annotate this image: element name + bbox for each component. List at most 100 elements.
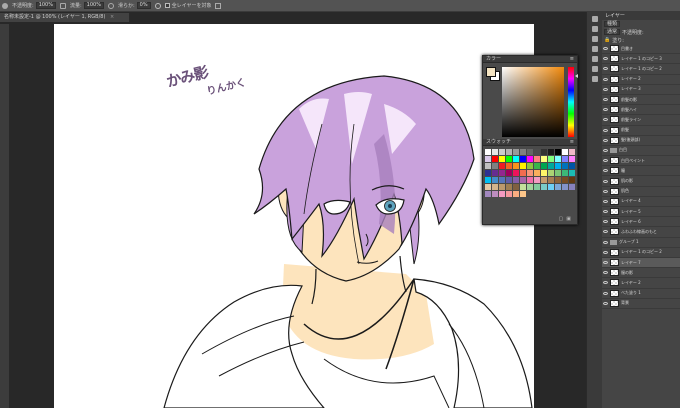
properties-icon[interactable] — [591, 26, 598, 32]
color-swatch[interactable] — [485, 163, 491, 169]
visibility-eye-icon[interactable] — [603, 199, 608, 203]
sample-all-checkbox[interactable] — [164, 3, 170, 8]
visibility-eye-icon[interactable] — [603, 291, 608, 295]
color-swatch[interactable] — [534, 163, 540, 169]
color-swatch[interactable] — [506, 184, 512, 190]
layer-row[interactable]: レイヤー 2 — [602, 278, 680, 289]
flow-field[interactable]: 100% — [83, 2, 104, 9]
color-swatch[interactable] — [492, 184, 498, 190]
color-swatch[interactable] — [485, 184, 491, 190]
swatches-icon[interactable] — [591, 46, 598, 52]
layer-row[interactable]: 肌の影 — [602, 176, 680, 187]
color-swatch[interactable] — [569, 170, 575, 176]
visibility-eye-icon[interactable] — [603, 261, 608, 265]
layer-row[interactable]: 服の影 — [602, 268, 680, 279]
color-swatch[interactable] — [527, 170, 533, 176]
visibility-eye-icon[interactable] — [603, 77, 608, 81]
color-swatch[interactable] — [562, 184, 568, 190]
visibility-eye-icon[interactable] — [603, 210, 608, 214]
layer-row[interactable]: レイヤー 3 — [602, 85, 680, 95]
color-swatch[interactable] — [527, 163, 533, 169]
foreground-color-swatch[interactable] — [486, 67, 496, 77]
color-swatch[interactable] — [499, 191, 505, 197]
layer-row[interactable]: 肌色 — [602, 187, 680, 197]
color-swatch[interactable] — [569, 184, 575, 190]
color-swatch[interactable] — [562, 149, 568, 155]
color-swatch[interactable] — [499, 170, 505, 176]
document-tab[interactable]: 名称未設定-1 @ 100% (レイヤー 1, RGB/8) × — [0, 13, 130, 22]
swatches-panel-header[interactable]: スウォッチ ≡ — [483, 139, 577, 146]
layer-row[interactable]: レイヤー 7 — [602, 257, 680, 269]
color-swatch[interactable] — [562, 163, 568, 169]
color-swatch[interactable] — [513, 191, 519, 197]
color-swatch[interactable] — [485, 149, 491, 155]
color-swatch[interactable] — [548, 184, 554, 190]
visibility-eye-icon[interactable] — [603, 220, 608, 224]
color-swatch[interactable] — [520, 184, 526, 190]
visibility-eye-icon[interactable] — [603, 47, 608, 51]
color-swatch[interactable] — [541, 170, 547, 176]
color-swatch[interactable] — [485, 156, 491, 162]
color-swatch[interactable] — [555, 156, 561, 162]
color-swatch[interactable] — [506, 191, 512, 197]
pressure-size-icon[interactable] — [215, 2, 222, 9]
layers-tab[interactable]: レイヤー — [602, 12, 680, 20]
layer-row[interactable]: べた塗り 1 — [602, 289, 680, 299]
color-swatch[interactable] — [513, 170, 519, 176]
hue-slider[interactable] — [568, 67, 574, 137]
smooth-field[interactable]: 0% — [136, 2, 151, 9]
layer-row[interactable]: 背景 — [602, 299, 680, 309]
color-swatch[interactable] — [499, 163, 505, 169]
visibility-eye-icon[interactable] — [603, 57, 608, 61]
brush-preset-icon[interactable] — [2, 2, 8, 9]
layer-row[interactable]: レイヤー 5 — [602, 207, 680, 218]
panel-menu-icon[interactable]: ≡ — [570, 56, 574, 62]
color-swatch[interactable] — [541, 177, 547, 183]
color-swatch[interactable] — [548, 170, 554, 176]
pressure-opacity-icon[interactable] — [59, 2, 66, 9]
layer-row[interactable]: レイヤー 4 — [602, 197, 680, 207]
color-swatch[interactable] — [513, 163, 519, 169]
hue-slider-handle[interactable] — [575, 74, 578, 78]
layer-row[interactable]: 髪(後頭部) — [602, 136, 680, 146]
color-swatch[interactable] — [499, 177, 505, 183]
layer-group-row[interactable]: グループ 1 — [602, 238, 680, 248]
visibility-eye-icon[interactable] — [603, 118, 608, 122]
saturation-brightness-picker[interactable] — [502, 67, 564, 137]
color-swatch[interactable] — [506, 170, 512, 176]
visibility-eye-icon[interactable] — [603, 87, 608, 91]
color-swatch[interactable] — [499, 184, 505, 190]
layer-row[interactable]: 目書き — [602, 44, 680, 55]
color-swatch[interactable] — [548, 163, 554, 169]
color-swatch[interactable] — [534, 149, 540, 155]
visibility-eye-icon[interactable] — [603, 148, 608, 152]
new-swatch-icon[interactable]: ▢ — [559, 216, 564, 222]
color-swatch[interactable] — [527, 177, 533, 183]
swatches-menu-icon[interactable]: ≡ — [570, 139, 574, 145]
color-swatch[interactable] — [506, 163, 512, 169]
color-swatch[interactable] — [562, 156, 568, 162]
color-swatch[interactable] — [555, 149, 561, 155]
color-swatch[interactable] — [555, 170, 561, 176]
visibility-eye-icon[interactable] — [603, 138, 608, 142]
color-swatch[interactable] — [506, 156, 512, 162]
layer-row[interactable]: レイヤー 2 — [602, 75, 680, 85]
layer-kind-select[interactable]: 種類 — [604, 21, 621, 27]
color-swatch[interactable] — [569, 149, 575, 155]
color-swatch[interactable] — [555, 163, 561, 169]
color-swatch[interactable] — [513, 177, 519, 183]
color-swatch[interactable] — [492, 177, 498, 183]
visibility-eye-icon[interactable] — [603, 128, 608, 132]
settings-gear-icon[interactable] — [154, 2, 161, 9]
color-swatch[interactable] — [513, 156, 519, 162]
color-swatch[interactable] — [569, 156, 575, 162]
airbrush-icon[interactable] — [107, 2, 114, 9]
color-swatch[interactable] — [541, 184, 547, 190]
layer-row[interactable]: レイヤー 1 のコピー 3 — [602, 54, 680, 65]
layer-row[interactable]: 白目ペイント — [602, 156, 680, 167]
color-swatch[interactable] — [555, 177, 561, 183]
color-swatch[interactable] — [492, 163, 498, 169]
blend-mode-select[interactable]: 通常 — [604, 29, 621, 35]
color-swatch[interactable] — [541, 149, 547, 155]
color-swatch[interactable] — [513, 149, 519, 155]
